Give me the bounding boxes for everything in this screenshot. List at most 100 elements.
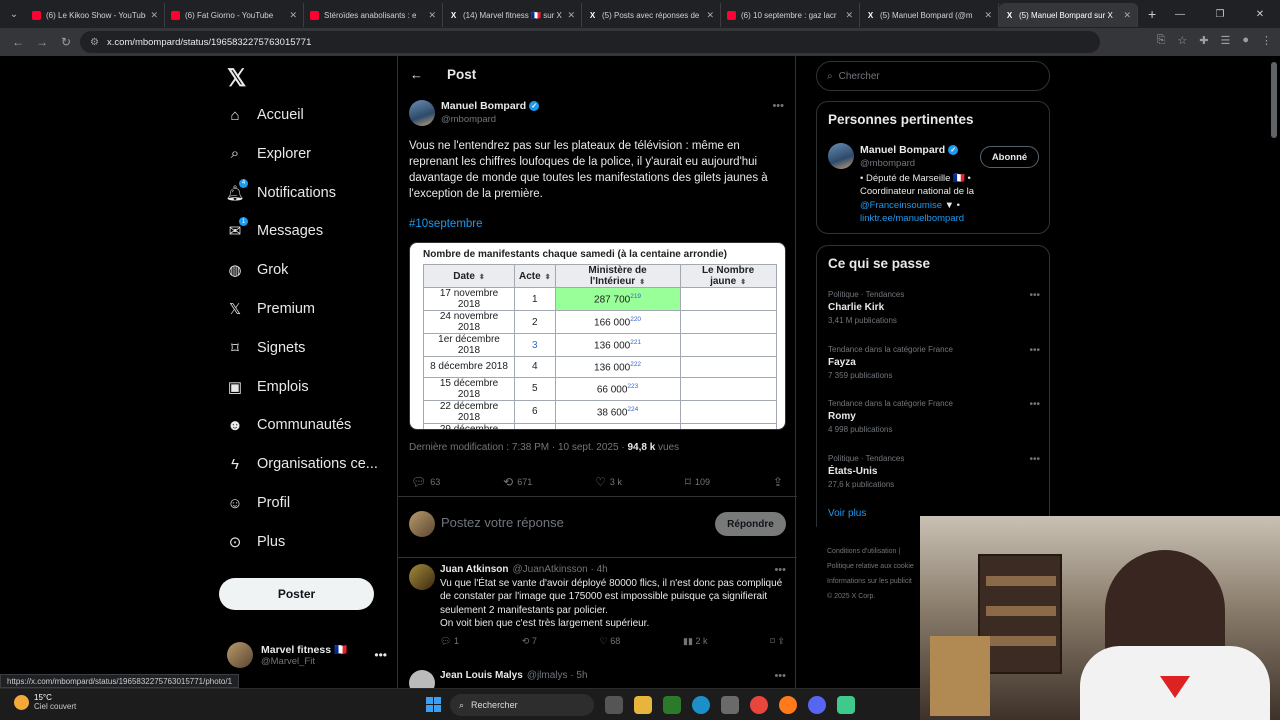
bookmark-star-icon[interactable]: ☆ — [1177, 34, 1187, 47]
bio-link-lfi[interactable]: @Franceinsoumise — [860, 200, 942, 211]
browser-tab[interactable]: X (5) Manuel Bompard sur X ✕ — [999, 3, 1138, 27]
tab-search-chevron-icon[interactable]: ⌄ — [2, 3, 26, 25]
trend-more-icon[interactable]: ••• — [1029, 399, 1040, 410]
table-header[interactable]: Acte ⬍ — [514, 264, 556, 288]
browser-tab[interactable]: Stéroïdes anabolisants : e ✕ — [304, 3, 443, 27]
reply-like-action[interactable]: ♡ 68 — [600, 636, 621, 647]
author-name[interactable]: Manuel Bompard ✓ — [441, 100, 540, 112]
trend-item[interactable]: Politique · Tendances Charlie Kirk 3,41 M … — [828, 290, 1040, 325]
post-button[interactable]: Poster — [219, 578, 374, 610]
back-icon[interactable]: ← — [6, 35, 30, 49]
browser-tab[interactable]: (6) 10 septembre : gaz lacr ✕ — [721, 3, 860, 27]
account-switcher[interactable]: Marvel fitness 🇫🇷 @Marvel_Fit ••• — [227, 642, 387, 668]
relevant-user[interactable]: Manuel Bompard ✓ @mbompard — [860, 144, 959, 169]
browser-tab[interactable]: (6) Fat Giorno - YouTube ✕ — [165, 3, 304, 27]
trend-more-icon[interactable]: ••• — [1029, 454, 1040, 465]
browser-tab[interactable]: X (5) Manuel Bompard (@m ✕ — [860, 3, 999, 27]
table-header[interactable]: Le Nombre jaune ⬍ — [679, 264, 777, 288]
nav-item-bell[interactable]: 🔔︎ 4 Notifications — [225, 178, 336, 208]
minimize-icon[interactable]: — — [1160, 9, 1200, 20]
reply-avatar[interactable] — [409, 564, 435, 590]
x-logo-icon[interactable]: 𝕏 — [227, 64, 246, 93]
table-header[interactable]: Date ⬍ — [423, 264, 515, 288]
nav-item-bookmark[interactable]: ⌑ Signets — [226, 333, 305, 363]
author-handle[interactable]: @mbompard — [441, 114, 539, 125]
restore-icon[interactable]: ❐ — [1200, 9, 1240, 20]
reply-button[interactable]: Répondre — [715, 512, 786, 536]
store-icon[interactable] — [721, 696, 739, 714]
back-arrow-icon[interactable]: ← — [410, 67, 423, 82]
reload-icon[interactable]: ↻ — [54, 35, 78, 49]
footer-link[interactable]: © 2025 X Corp. — [827, 589, 914, 604]
post-image[interactable]: Nombre de manifestants chaque samedi (à … — [409, 242, 786, 430]
nav-item-lightning[interactable]: ϟ Organisations ce... — [226, 449, 378, 479]
nav-item-mail[interactable]: ✉ 1 Messages — [226, 216, 323, 246]
search-input[interactable]: ⌕ Chercher — [816, 61, 1050, 91]
app-icon[interactable] — [837, 696, 855, 714]
see-more-link[interactable]: Voir plus — [828, 508, 866, 519]
nav-item-home[interactable]: ⌂ Accueil — [226, 100, 303, 130]
reply-more-icon[interactable]: ••• — [774, 564, 786, 576]
table-header[interactable]: Ministère de l'Intérieur ⬍ — [554, 264, 681, 288]
bio-link-linktree[interactable]: linktr.ee/manuelbompard — [860, 213, 964, 224]
profile-icon[interactable]: ● — [1242, 34, 1249, 47]
tab-close-icon[interactable]: ✕ — [706, 10, 714, 21]
reply-reply-action[interactable]: 💬︎ 1 — [440, 636, 459, 647]
reply-avatar[interactable] — [409, 670, 435, 688]
relevant-avatar[interactable] — [828, 143, 854, 169]
close-icon[interactable]: ✕ — [1240, 9, 1280, 20]
menu-icon[interactable]: ⋮ — [1261, 34, 1272, 47]
tab-close-icon[interactable]: ✕ — [150, 10, 158, 21]
reply-bookmark-icon[interactable]: ⌑ ⇪ — [770, 636, 785, 647]
weather-widget[interactable]: 15°C Ciel couvert — [14, 693, 76, 711]
new-tab-button[interactable]: + — [1148, 6, 1156, 22]
nav-item-person[interactable]: ☺ Profil — [226, 488, 290, 518]
tab-close-icon[interactable]: ✕ — [845, 10, 853, 21]
reply-author-name[interactable]: Jean Louis Malys — [440, 670, 523, 681]
chrome-icon[interactable] — [750, 696, 768, 714]
install-icon[interactable]: ⎘ — [1157, 34, 1166, 47]
nav-item-people[interactable]: ☻ Communautés — [226, 410, 351, 440]
reply-author-name[interactable]: Juan Atkinson — [440, 564, 509, 575]
reply-action[interactable]: 💬︎ 63 — [411, 475, 440, 489]
tab-close-icon[interactable]: ✕ — [428, 10, 436, 21]
site-info-icon[interactable]: ⚙ — [90, 37, 99, 48]
footer-link[interactable]: Politique relative aux cookie — [827, 559, 914, 574]
firefox-icon[interactable] — [779, 696, 797, 714]
reply-input[interactable]: Postez votre réponse — [441, 515, 564, 530]
reply-views-action[interactable]: ▮▮ 2 k — [683, 636, 707, 647]
trend-more-icon[interactable]: ••• — [1029, 345, 1040, 356]
reply-repost-action[interactable]: ⟲ 7 — [522, 636, 537, 647]
browser-tab[interactable]: (6) Le Kikoo Show - YouTube ✕ — [26, 3, 165, 27]
tab-close-icon[interactable]: ✕ — [289, 10, 297, 21]
browser-tab[interactable]: X (14) Marvel fitness 🇫🇷 sur X ✕ — [443, 3, 582, 27]
tab-close-icon[interactable]: ✕ — [567, 10, 575, 21]
nav-item-grok[interactable]: ◍ Grok — [226, 255, 288, 285]
tab-close-icon[interactable]: ✕ — [1123, 10, 1131, 21]
hashtag-link[interactable]: #10septembre — [409, 218, 483, 230]
url-field[interactable]: ⚙ x.com/mbompard/status/1965832275763015… — [80, 31, 1100, 53]
like-action[interactable]: ♡ 3 k — [595, 475, 622, 489]
reading-list-icon[interactable]: ☰ — [1220, 34, 1230, 47]
following-button[interactable]: Abonné — [980, 146, 1039, 168]
footer-link[interactable]: Conditions d'utilisation | — [827, 544, 914, 559]
nav-item-search[interactable]: ⌕ Explorer — [226, 139, 311, 169]
more-dots-icon[interactable]: ••• — [374, 648, 387, 662]
xbox-icon[interactable] — [663, 696, 681, 714]
nav-item-briefcase[interactable]: ▣ Emplois — [226, 372, 309, 402]
repost-action[interactable]: ⟲ 671 — [503, 475, 532, 489]
file-explorer-icon[interactable] — [634, 696, 652, 714]
nav-item-more-circle[interactable]: ⊙ Plus — [226, 527, 286, 557]
windows-start-icon[interactable] — [426, 697, 441, 712]
post-more-icon[interactable]: ••• — [772, 100, 784, 126]
trend-item[interactable]: Tendance dans la catégorie France Romy 4 9… — [828, 399, 1040, 434]
trend-more-icon[interactable]: ••• — [1029, 290, 1040, 301]
reply-more-icon[interactable]: ••• — [774, 670, 786, 682]
task-view-icon[interactable] — [605, 696, 623, 714]
author-avatar[interactable] — [409, 100, 435, 126]
taskbar-search[interactable]: ⌕ Rechercher — [450, 694, 594, 716]
browser-tab[interactable]: X (5) Posts avec réponses de ✕ — [582, 3, 721, 27]
extensions-icon[interactable]: ✚ — [1199, 34, 1208, 47]
bookmark-action[interactable]: ⌑ 109 — [685, 475, 710, 489]
scrollbar-thumb[interactable] — [1271, 62, 1277, 138]
